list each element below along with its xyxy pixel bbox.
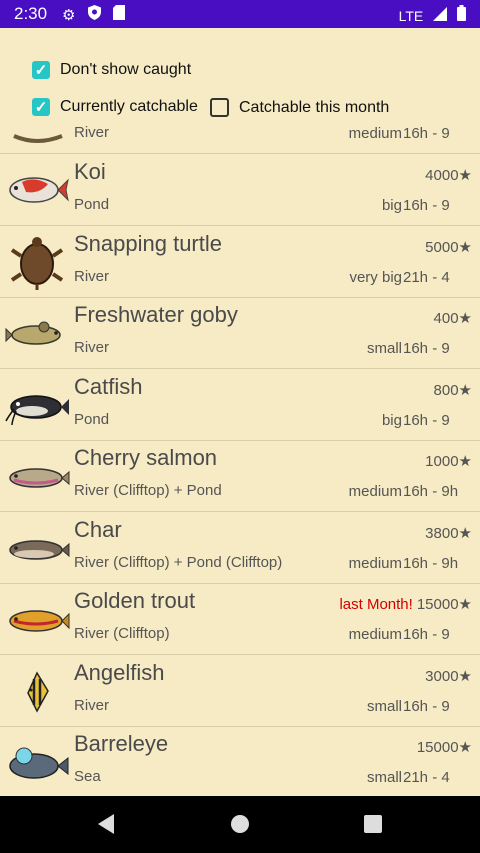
catfish-icon xyxy=(4,377,70,433)
fish-name: Golden trout xyxy=(74,588,196,613)
fish-time: 16h - 9 xyxy=(403,626,450,643)
back-icon[interactable] xyxy=(96,813,116,840)
fish-price: 3000★ xyxy=(425,668,472,685)
list-item[interactable]: River medium 16h - 9 xyxy=(0,126,480,154)
fish-price: 3800★ xyxy=(425,525,472,542)
dont-show-caught-label: Don't show caught xyxy=(60,61,192,78)
fish-time: 16h - 9 xyxy=(403,412,450,429)
fish-time: 16h - 9h xyxy=(403,555,459,572)
checkbox-checked-icon: ✓ xyxy=(32,98,50,116)
fish-location: Pond xyxy=(74,196,110,213)
list-item[interactable]: Golden trout last Month! 15000★ River (Cl… xyxy=(0,583,480,655)
fish-location: River xyxy=(74,126,110,141)
status-time: 2:30 xyxy=(14,4,48,23)
fish-size: small xyxy=(366,769,402,786)
dont-show-caught-checkbox[interactable]: ✓ Don't show caught xyxy=(32,61,191,79)
currently-catchable-label: Currently catchable xyxy=(60,98,198,115)
recents-icon[interactable] xyxy=(363,813,383,840)
fish-size: big xyxy=(381,197,402,214)
network-label: LTE xyxy=(398,8,424,24)
home-icon[interactable] xyxy=(230,813,250,840)
list-item[interactable]: Snapping turtle 5000★ River very big 21h… xyxy=(0,226,480,298)
angelfish-icon xyxy=(4,663,70,719)
barreleye-icon xyxy=(4,734,70,790)
koi-icon xyxy=(4,162,70,218)
fish-size: big xyxy=(381,412,402,429)
fish-time: 21h - 4 xyxy=(403,769,450,786)
fish-location: River (Clifftop) xyxy=(74,625,170,642)
fish-location: River xyxy=(74,268,110,285)
catchable-this-month-checkbox[interactable]: Catchable this month xyxy=(210,98,389,117)
fish-name: Freshwater goby xyxy=(74,302,238,327)
currently-catchable-checkbox[interactable]: ✓ Currently catchable xyxy=(32,98,198,116)
fish-time: 16h - 9 xyxy=(403,197,450,214)
fish-price: 15000★ xyxy=(416,596,472,613)
checkbox-unchecked-icon xyxy=(210,98,229,117)
battery-icon xyxy=(457,5,466,24)
catchable-this-month-label: Catchable this month xyxy=(239,98,390,116)
fish-location: Sea xyxy=(74,768,101,785)
list-item[interactable]: Freshwater goby 400★ River small 16h - 9 xyxy=(0,297,480,369)
fish-size: very big xyxy=(349,269,402,286)
signal-icon xyxy=(433,7,451,24)
fish-price: 400★ xyxy=(433,310,472,327)
fish-name: Barreleye xyxy=(74,731,169,756)
shield-icon xyxy=(87,5,101,24)
fish-location: River xyxy=(74,697,110,714)
fish-time: 16h - 9h xyxy=(403,483,459,500)
fish-list[interactable]: River medium 16h - 9 Koi 4000★ Pond big … xyxy=(0,126,480,796)
fish-name: Angelfish xyxy=(74,660,165,685)
fish-name: Char xyxy=(74,517,122,542)
fish-name: Snapping turtle xyxy=(74,231,222,256)
fish-size: small xyxy=(366,340,402,357)
list-item[interactable]: Catfish 800★ Pond big 16h - 9 xyxy=(0,369,480,441)
list-item[interactable]: Char 3800★ River (Clifftop) + Pond (Clif… xyxy=(0,512,480,584)
fish-size: small xyxy=(366,698,402,715)
last-month-warning: last Month! xyxy=(339,596,413,613)
checkbox-checked-icon: ✓ xyxy=(32,61,50,79)
gear-icon: ⚙ xyxy=(62,7,76,24)
fish-time: 16h - 9 xyxy=(403,698,450,715)
list-item[interactable]: Angelfish 3000★ River small 16h - 9 xyxy=(0,655,480,727)
fish-price: 800★ xyxy=(433,382,472,399)
fish-location: River (Clifftop) + Pond xyxy=(74,482,222,499)
fish-location: River xyxy=(74,339,110,356)
snapping-turtle-icon xyxy=(4,234,70,290)
fish-name: Cherry salmon xyxy=(74,445,218,470)
char-icon xyxy=(4,520,70,576)
fish-name: Catfish xyxy=(74,374,143,399)
list-item[interactable]: Koi 4000★ Pond big 16h - 9 xyxy=(0,154,480,226)
list-item[interactable]: Barreleye 15000★ Sea small 21h - 4 xyxy=(0,726,480,796)
sd-card-icon xyxy=(112,5,125,24)
fish-price: 4000★ xyxy=(425,167,472,184)
list-item[interactable]: Cherry salmon 1000★ River (Clifftop) + P… xyxy=(0,440,480,512)
fish-location: River (Clifftop) + Pond (Clifftop) xyxy=(74,554,283,571)
fish-price: 1000★ xyxy=(425,453,472,470)
freshwater-goby-icon xyxy=(4,305,70,361)
golden-trout-icon xyxy=(4,591,70,647)
filter-panel: ✓ Don't show caught ✓ Currently catchabl… xyxy=(0,28,480,126)
cherry-salmon-icon xyxy=(4,448,70,504)
fish-size: medium xyxy=(348,555,402,572)
navigation-bar xyxy=(0,796,480,853)
partial-fish-icon xyxy=(4,126,70,146)
status-bar: 2:30 ⚙ LTE xyxy=(0,0,480,28)
fish-price: 5000★ xyxy=(425,239,472,256)
fish-location: Pond xyxy=(74,411,110,428)
fish-price: 15000★ xyxy=(416,739,472,756)
fish-time: 16h - 9 xyxy=(403,340,450,357)
fish-time: 21h - 4 xyxy=(403,269,450,286)
fish-size: medium xyxy=(348,483,402,500)
fish-time: 16h - 9 xyxy=(403,126,450,142)
fish-name: Koi xyxy=(74,159,106,184)
fish-size: medium xyxy=(348,626,402,643)
fish-size: medium xyxy=(348,126,402,142)
